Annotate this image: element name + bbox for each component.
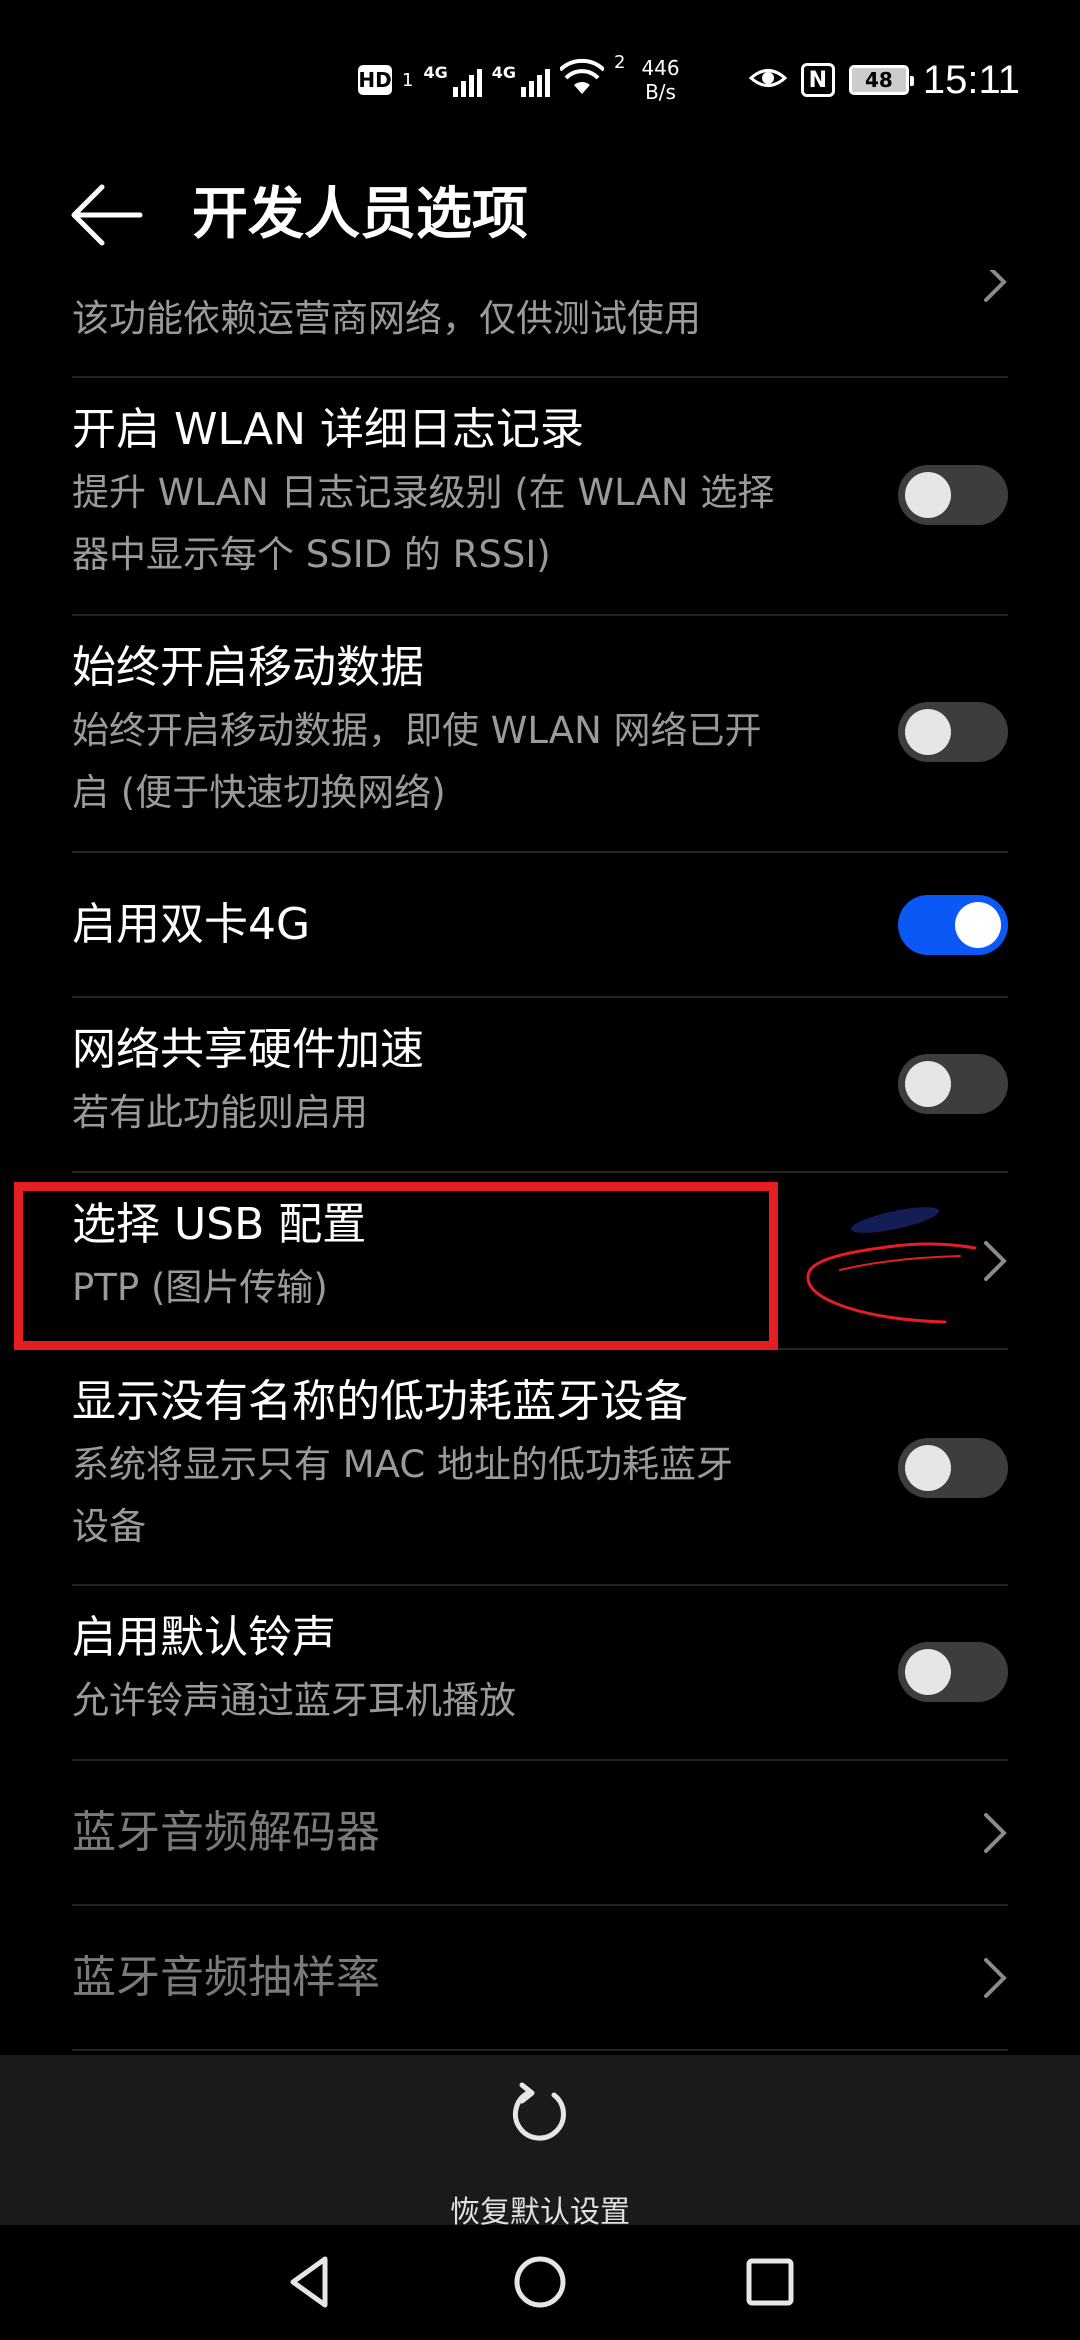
- item-title: 蓝牙音频抽样率: [72, 1952, 380, 2003]
- back-arrow-icon: [71, 184, 143, 246]
- item-summary-line1: 提升 WLAN 日志记录级别 (在 WLAN 选择: [72, 471, 775, 514]
- show-unnamed-ble-toggle[interactable]: [898, 1438, 1008, 1498]
- status-icons-right: N 48 15:11: [748, 52, 1020, 108]
- setting-usb-config[interactable]: 选择 USB 配置 PTP (图片传输): [0, 1173, 1080, 1350]
- settings-list[interactable]: 该功能依赖运营商网络，仅供测试使用 开启 WLAN 详细日志记录 提升 WLAN…: [0, 270, 1080, 2060]
- item-summary: PTP (图片传输): [72, 1266, 328, 1309]
- item-summary-line2: 设备: [72, 1505, 146, 1548]
- sim-indicator: 1: [402, 69, 414, 91]
- item-title: 显示没有名称的低功耗蓝牙设备: [72, 1376, 688, 1427]
- nav-recents-icon: [746, 2258, 794, 2306]
- wifi-icon: [558, 58, 606, 102]
- setting-bt-audio-codec[interactable]: 蓝牙音频解码器: [0, 1761, 1080, 1906]
- system-navigation-bar: [0, 2225, 1080, 2340]
- wlan-verbose-logging-toggle[interactable]: [898, 465, 1008, 525]
- chevron-right-icon: [984, 1958, 1007, 1998]
- setting-bt-audio-sample-rate[interactable]: 蓝牙音频抽样率: [0, 1906, 1080, 2051]
- default-ringtone-toggle[interactable]: [898, 1642, 1008, 1702]
- app-header: 开发人员选项: [0, 150, 1080, 280]
- item-title: 网络共享硬件加速: [72, 1024, 424, 1075]
- chevron-right-icon: [984, 1813, 1007, 1853]
- nav-back-button[interactable]: [275, 2247, 345, 2317]
- status-bar: HD 1 4G 4G 2 446 B/s N 48 15:11: [0, 0, 1080, 150]
- nav-back-icon: [290, 2256, 328, 2308]
- eye-comfort-icon: [748, 59, 788, 101]
- dual-4g-toggle[interactable]: [898, 895, 1008, 955]
- chevron-right-icon: [984, 270, 1007, 302]
- item-title: 开启 WLAN 详细日志记录: [72, 404, 585, 455]
- mobile-data-always-on-toggle[interactable]: [898, 702, 1008, 762]
- item-summary: 若有此功能则启用: [72, 1091, 368, 1134]
- hd-voice-icon: HD: [358, 65, 392, 95]
- wifi-sub-label: 2: [613, 52, 626, 73]
- page-title: 开发人员选项: [192, 182, 528, 247]
- item-summary: 允许铃声通过蓝牙耳机播放: [72, 1679, 516, 1722]
- back-button[interactable]: [68, 180, 148, 250]
- chevron-right-icon: [984, 1241, 1007, 1281]
- nav-home-button[interactable]: [505, 2247, 575, 2317]
- setting-show-unnamed-ble[interactable]: 显示没有名称的低功耗蓝牙设备 系统将显示只有 MAC 地址的低功耗蓝牙 设备: [0, 1350, 1080, 1586]
- network-type-2: 4G: [491, 63, 516, 82]
- refresh-icon: [513, 2082, 566, 2141]
- clock: 15:11: [922, 57, 1020, 102]
- setting-tethering-hw-accel[interactable]: 网络共享硬件加速 若有此功能则启用: [0, 998, 1080, 1173]
- speed-unit: B/s: [645, 80, 676, 104]
- network-speed: 446 B/s: [641, 56, 679, 104]
- item-summary-line2: 器中显示每个 SSID 的 RSSI): [72, 533, 551, 576]
- setting-mobile-data-always-on[interactable]: 始终开启移动数据 始终开启移动数据，即使 WLAN 网络已开 启 (便于快速切换…: [0, 616, 1080, 853]
- nav-recents-button[interactable]: [735, 2247, 805, 2317]
- nav-home-icon: [514, 2256, 566, 2308]
- nfc-icon: N: [800, 63, 835, 97]
- item-title: 启用双卡4G: [72, 899, 311, 950]
- item-title: 蓝牙音频解码器: [72, 1807, 380, 1858]
- setting-dual-4g[interactable]: 启用双卡4G: [0, 853, 1080, 998]
- item-title: 始终开启移动数据: [72, 642, 424, 693]
- signal-icon-sim1: 4G: [423, 63, 482, 97]
- setting-wlan-verbose-logging[interactable]: 开启 WLAN 详细日志记录 提升 WLAN 日志记录级别 (在 WLAN 选择…: [0, 378, 1080, 616]
- tethering-hw-accel-toggle[interactable]: [898, 1054, 1008, 1114]
- list-item-partial[interactable]: 该功能依赖运营商网络，仅供测试使用: [0, 270, 1080, 378]
- signal-icon-sim2: 4G: [492, 63, 550, 97]
- setting-default-ringtone[interactable]: 启用默认铃声 允许铃声通过蓝牙耳机播放: [0, 1586, 1080, 1761]
- battery-icon: 48: [848, 65, 914, 95]
- status-icons-left: HD 1 4G 4G 2 446 B/s: [358, 52, 680, 108]
- item-title: 选择 USB 配置: [72, 1199, 367, 1250]
- network-type-1: 4G: [423, 63, 448, 82]
- item-summary-line2: 启 (便于快速切换网络): [72, 771, 446, 814]
- item-title: 启用默认铃声: [72, 1612, 336, 1663]
- item-summary-line1: 系统将显示只有 MAC 地址的低功耗蓝牙: [72, 1443, 733, 1486]
- item-summary: 该功能依赖运营商网络，仅供测试使用: [72, 297, 701, 340]
- item-summary-line1: 始终开启移动数据，即使 WLAN 网络已开: [72, 709, 762, 752]
- speed-value: 446: [641, 56, 680, 80]
